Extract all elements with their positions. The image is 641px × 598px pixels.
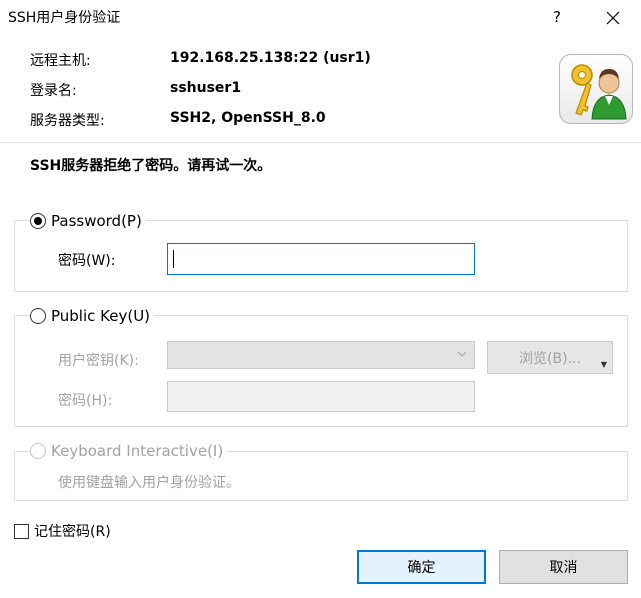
help-button[interactable]: ? [545, 5, 569, 29]
error-message: SSH服务器拒绝了密码。请再试一次。 [30, 158, 272, 174]
remember-password-checkbox[interactable]: 记住密码(R) [14, 521, 111, 541]
dropdown-arrow-icon: ▼ [600, 360, 607, 369]
close-icon[interactable] [600, 5, 626, 31]
user-key-icon [559, 54, 633, 124]
password-option-label: Password(P) [51, 212, 142, 230]
login-label: 登录名: [30, 83, 77, 99]
passphrase-input[interactable] [167, 381, 475, 412]
keyboard-interactive-description: 使用键盘输入用户身份验证。 [58, 475, 240, 491]
window-title: SSH用户身份验证 [8, 10, 121, 26]
public-key-radio[interactable] [30, 308, 46, 324]
host-label: 远程主机: [30, 53, 91, 69]
public-key-option-label: Public Key(U) [51, 307, 151, 325]
ok-button[interactable]: 确定 [357, 550, 486, 584]
passphrase-label: 密码(H): [58, 393, 113, 409]
keyboard-interactive-label: Keyboard Interactive(I) [51, 442, 224, 460]
keyboard-interactive-radio[interactable] [30, 443, 46, 459]
password-input[interactable] [167, 243, 475, 275]
browse-button-label: 浏览(B)... [519, 350, 581, 367]
chevron-down-icon [456, 348, 468, 364]
title-bar: SSH用户身份验证 ? [0, 0, 641, 36]
public-key-option[interactable]: Public Key(U) [30, 305, 155, 327]
server-type-value: SSH2, OpenSSH_8.0 [170, 110, 326, 126]
header-divider [0, 142, 641, 143]
user-key-label: 用户密钥(K): [58, 353, 139, 369]
login-value: sshuser1 [170, 80, 242, 96]
remember-password-label: 记住密码(R) [34, 524, 111, 540]
cancel-button[interactable]: 取消 [499, 550, 628, 584]
host-value: 192.168.25.138:22 (usr1) [170, 50, 371, 66]
checkbox-box[interactable] [14, 523, 29, 539]
password-option[interactable]: Password(P) [30, 210, 146, 232]
browse-button[interactable]: 浏览(B)... ▼ [487, 341, 613, 374]
keyboard-interactive-option[interactable]: Keyboard Interactive(I) [30, 440, 228, 462]
ok-button-label: 确定 [407, 560, 436, 576]
password-radio[interactable] [30, 213, 46, 229]
text-caret [173, 250, 174, 268]
user-key-select[interactable] [167, 341, 475, 369]
password-label: 密码(W): [58, 253, 116, 269]
server-type-label: 服务器类型: [30, 113, 105, 129]
cancel-button-label: 取消 [549, 560, 578, 576]
